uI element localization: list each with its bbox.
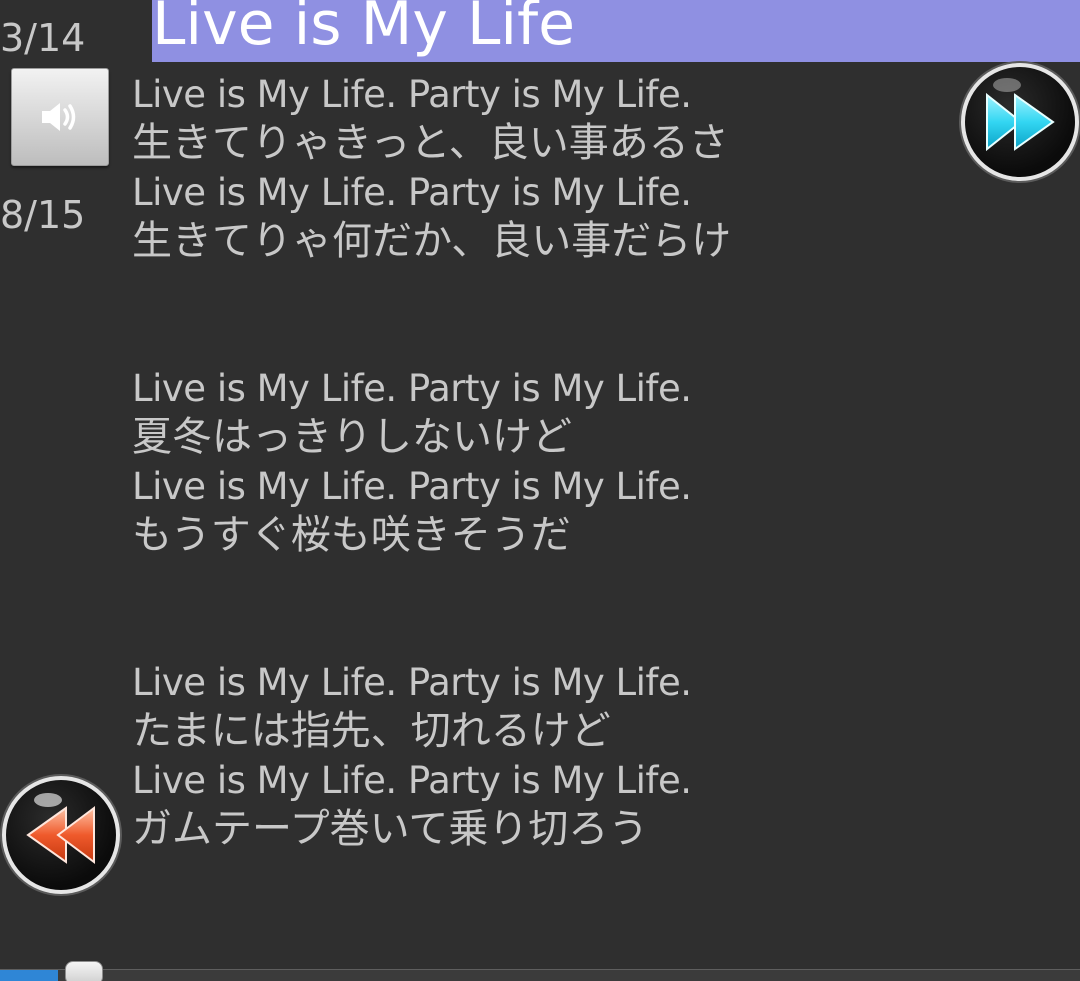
- line-counter-middle: 8/15: [0, 193, 86, 237]
- lyric-line: 生きてりゃきっと、良い事あるさ: [132, 120, 729, 166]
- title-bar: Live is My Life: [152, 0, 1080, 62]
- lyric-line: 夏冬はっきりしないけど: [132, 414, 572, 460]
- lyrics-stanza: Live is My Life. Party is My Life. 夏冬はっき…: [132, 364, 932, 560]
- fast-forward-icon: [986, 78, 1055, 152]
- lyric-line: Live is My Life. Party is My Life.: [132, 367, 692, 410]
- seek-progress-fill: [0, 970, 58, 981]
- lyric-line: Live is My Life. Party is My Life.: [132, 465, 692, 508]
- speaker-icon: [42, 103, 76, 131]
- volume-button[interactable]: [11, 68, 109, 166]
- lyric-line: 生きてりゃ何だか、良い事だらけ: [132, 218, 732, 264]
- previous-button[interactable]: [2, 776, 120, 894]
- line-counter-top: 3/14: [0, 16, 86, 60]
- seek-thumb[interactable]: [65, 961, 103, 981]
- lyric-line: Live is My Life. Party is My Life.: [132, 171, 692, 214]
- lyric-line: Live is My Life. Party is My Life.: [132, 73, 692, 116]
- lyric-line: Live is My Life. Party is My Life.: [132, 759, 692, 802]
- lyrics-stanza: Live is My Life. Party is My Life. たまには指…: [132, 658, 932, 854]
- seek-track[interactable]: [0, 969, 1080, 981]
- lyrics-panel: Live is My Life. Party is My Life. 生きてりゃ…: [132, 70, 932, 854]
- next-button[interactable]: [961, 63, 1079, 181]
- lyric-line: Live is My Life. Party is My Life.: [132, 661, 692, 704]
- song-title: Live is My Life: [152, 0, 576, 59]
- seek-bar[interactable]: [0, 961, 1080, 981]
- lyrics-player: Live is My Life 3/14 8/15 Live is My Lif…: [0, 0, 1080, 981]
- lyric-line: もうすぐ桜も咲きそうだ: [132, 512, 571, 558]
- lyric-line: ガムテープ巻いて乗り切ろう: [132, 806, 649, 852]
- lyrics-stanza: Live is My Life. Party is My Life. 生きてりゃ…: [132, 70, 932, 266]
- lyric-line: たまには指先、切れるけど: [132, 708, 611, 754]
- rewind-icon: [26, 793, 95, 864]
